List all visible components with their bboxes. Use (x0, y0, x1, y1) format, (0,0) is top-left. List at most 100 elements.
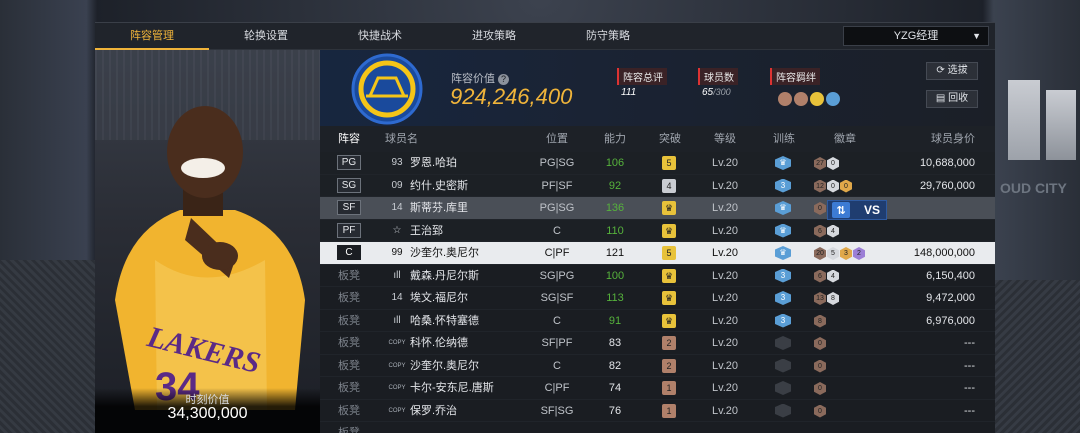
tab-defense[interactable]: 防守策略 (551, 23, 665, 50)
slot-label[interactable]: PF (337, 222, 361, 238)
tab-rotation[interactable]: 轮换设置 (209, 23, 323, 50)
jersey-number: ☆ (392, 224, 402, 236)
crowd-right (990, 280, 1080, 433)
player-portrait-card[interactable]: LAKERS 34 时刻价值 34,300,000 (95, 50, 320, 433)
badge-list: 27 0 (814, 152, 898, 174)
badge-list: 0 (814, 377, 898, 399)
compare-button[interactable]: ⇅ VS (827, 200, 887, 220)
bond-icons[interactable] (778, 92, 842, 109)
table-row[interactable]: 板凳 COPY 科怀.伦纳德 SF|PF 83 2 Lv.20 0 --- (320, 332, 995, 355)
table-row[interactable]: C 99 沙奎尔.奥尼尔 C|PF 121 5 Lv.20 ♛ 20 5 3 2 148,000,000 (320, 242, 995, 265)
jersey-number: 14 (391, 292, 403, 303)
rating-value: 111 (621, 87, 637, 98)
swap-icon: ⇅ (832, 202, 850, 218)
player-ability: 76 (608, 404, 622, 417)
col-training: 训练 (773, 133, 795, 145)
player-level: Lv.20 (711, 269, 739, 282)
slot-label[interactable]: SF (337, 200, 361, 215)
breakthrough-badge: 5 (662, 156, 676, 170)
badge-icon: 6 (814, 269, 826, 283)
table-row[interactable]: SG 09 约什.史密斯 PF|SF 92 4 Lv.20 3 12 0 0 29,760,000 (320, 174, 995, 197)
roster-table: PG 93 罗恩.哈珀 PG|SG 106 5 Lv.20 ♛ 27 0 10,688,000 SG 0… (320, 152, 995, 433)
table-row[interactable]: 板凳 14 埃文.福尼尔 SG|SF 113 ♛ Lv.20 3 13 8 9,472,000 (320, 287, 995, 310)
tab-offense[interactable]: 进攻策略 (437, 23, 551, 50)
slot-label[interactable]: C (337, 245, 361, 260)
table-row[interactable]: 板凳 (320, 422, 995, 433)
player-level: Lv.20 (711, 179, 739, 192)
player-level: Lv.20 (711, 292, 739, 304)
player-name: 约什.史密斯 (410, 179, 469, 192)
training-icon (775, 403, 791, 418)
training-icon: ♛ (775, 246, 791, 260)
rating-label: 阵容总评 (617, 68, 667, 85)
player-position: C (553, 224, 561, 237)
player-price: 9,472,000 (926, 292, 975, 304)
training-icon: 3 (775, 291, 791, 305)
slot-label: 板凳 (338, 382, 360, 394)
manager-select[interactable]: YZG经理 ▼ (843, 26, 989, 46)
table-row[interactable]: 板凳 COPY 保罗.乔治 SF|SG 76 1 Lv.20 0 --- (320, 399, 995, 422)
badge-list: 0 (814, 332, 898, 354)
player-position: C|PF (544, 247, 570, 259)
recycle-button[interactable]: ▤ 回收 (926, 90, 978, 108)
badge-icon: 8 (827, 292, 839, 305)
badge-icon: 5 (827, 247, 839, 260)
table-row[interactable]: SF14斯蒂芬.库里PG|SG136♛Lv.20♛0321182 (320, 197, 995, 220)
lineup-value: 924,246,400 (450, 84, 573, 109)
rating-stat: 阵容总评 111 (617, 68, 667, 98)
table-row[interactable]: PG 93 罗恩.哈珀 PG|SG 106 5 Lv.20 ♛ 27 0 10,688,000 (320, 152, 995, 175)
training-icon (775, 336, 791, 350)
player-level: Lv.20 (711, 202, 739, 214)
slot-label: 板凳 (338, 404, 360, 417)
crowd-left (0, 260, 96, 433)
select-button[interactable]: ⟳ 选拔 (926, 62, 978, 80)
banner-flag (1008, 80, 1040, 160)
slot-label[interactable]: PG (337, 155, 361, 170)
player-position: C (553, 314, 561, 327)
player-ability: 110 (606, 224, 624, 237)
tab-quick-tactics[interactable]: 快捷战术 (323, 23, 437, 50)
slot-label[interactable]: SG (337, 177, 361, 193)
bond-bronze-icon (794, 92, 808, 106)
manager-name: YZG经理 (893, 30, 939, 42)
table-row[interactable]: PF ☆ 王治郅 C 110 ♛ Lv.20 ♛ 6 4 (320, 219, 995, 242)
training-icon: ♛ (775, 223, 791, 238)
slot-label: 板凳 (338, 427, 360, 433)
player-price: --- (964, 337, 975, 349)
player-price: 6,976,000 (926, 314, 975, 327)
jersey-number: 99 (391, 247, 403, 258)
table-row[interactable]: 板凳 ıll 戴森.丹尼尔斯 SG|PG 100 ♛ Lv.20 3 6 4 6,150,400 (320, 264, 995, 287)
training-icon: ♛ (775, 156, 791, 170)
player-price: 29,760,000 (919, 179, 975, 192)
player-ability: 82 (608, 359, 622, 372)
player-ability: 100 (605, 269, 625, 282)
player-name: 卡尔-安东尼.唐斯 (410, 382, 494, 394)
table-row[interactable]: 板凳 ıll 哈桑.怀特塞德 C 91 ♛ Lv.20 3 8 6,976,000 (320, 309, 995, 332)
badge-icon: 12 (814, 179, 826, 193)
badge-icon: 8 (814, 314, 826, 328)
breakthrough-badge: ♛ (662, 201, 676, 215)
training-icon: ♛ (775, 201, 791, 215)
table-row[interactable]: 板凳 COPY 卡尔-安东尼.唐斯 C|PF 74 1 Lv.20 0 --- (320, 377, 995, 400)
player-position: PG|SG (539, 202, 575, 214)
badge-icon: 2 (853, 247, 865, 260)
badge-icon: 13 (814, 292, 826, 305)
player-ability: 74 (608, 382, 622, 394)
player-ability: 91 (608, 314, 622, 327)
player-name: 科怀.伦纳德 (410, 337, 469, 349)
badge-icon: 27 (814, 157, 826, 170)
col-ability: 能力 (604, 133, 626, 145)
training-icon: 3 (775, 178, 791, 193)
jersey-number: 93 (391, 157, 403, 168)
player-ability: 113 (606, 292, 624, 304)
badge-icon: 0 (814, 337, 826, 350)
slot-label: 板凳 (338, 337, 360, 349)
player-level: Lv.20 (711, 404, 739, 417)
slot-label: 板凳 (338, 359, 360, 372)
tab-lineup[interactable]: 阵容管理 (95, 23, 209, 50)
slot-label: 板凳 (338, 269, 360, 282)
badge-icon: 0 (840, 179, 852, 193)
player-price: --- (964, 359, 975, 372)
tab-bar: 阵容管理 轮换设置 快捷战术 进攻策略 防守策略 YZG经理 ▼ (95, 23, 995, 50)
table-row[interactable]: 板凳 COPY 沙奎尔.奥尼尔 C 82 2 Lv.20 0 --- (320, 354, 995, 377)
